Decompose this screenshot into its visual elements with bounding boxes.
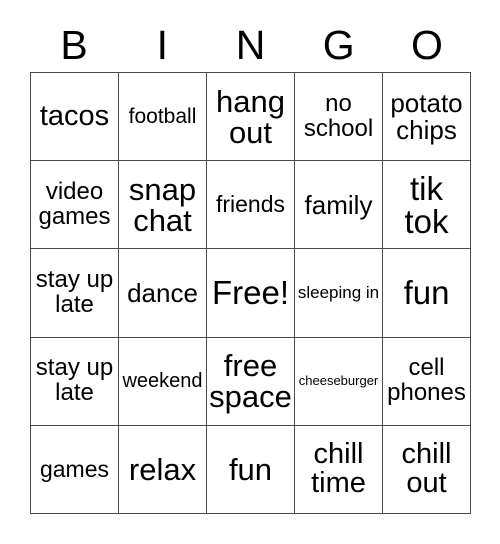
bingo-cell[interactable]: fun: [207, 425, 295, 514]
bingo-cell-label: tacos: [39, 99, 110, 132]
bingo-cell[interactable]: football: [119, 73, 207, 162]
bingo-cell-label: snap chat: [128, 171, 197, 238]
bingo-cell-label: video games: [38, 178, 111, 230]
bingo-cell-label: games: [39, 455, 110, 482]
bingo-cell-label: stay up late: [35, 354, 114, 407]
bingo-cell[interactable]: stay up late: [31, 337, 119, 426]
bingo-header: B I N G O: [30, 18, 471, 72]
bingo-cell[interactable]: snap chat: [119, 161, 207, 250]
bingo-cell[interactable]: sleeping in: [295, 249, 383, 338]
bingo-cell[interactable]: no school: [295, 73, 383, 162]
bingo-cell-label: potato chips: [390, 88, 463, 145]
bingo-cell-label: friends: [215, 190, 286, 217]
bingo-cell-label: chill time: [311, 438, 366, 500]
header-letter-g: G: [322, 22, 355, 68]
header-letter-i: I: [156, 22, 168, 68]
bingo-cell-label: sleeping in: [297, 283, 380, 303]
bingo-cell[interactable]: fun: [383, 249, 471, 338]
bingo-cell-label: fun: [228, 451, 273, 487]
bingo-cell[interactable]: hang out: [207, 73, 295, 162]
bingo-cell[interactable]: cell phones: [383, 337, 471, 426]
bingo-cell[interactable]: cheeseburger: [295, 337, 383, 426]
header-letter-b: B: [60, 22, 88, 68]
bingo-cell-label: football: [128, 104, 197, 128]
bingo-cell[interactable]: video games: [31, 161, 119, 250]
bingo-cell[interactable]: friends: [207, 161, 295, 250]
bingo-cell[interactable]: weekend: [119, 337, 207, 426]
bingo-cell[interactable]: chill out: [383, 425, 471, 514]
bingo-cell-label: chill out: [401, 438, 452, 500]
bingo-cell[interactable]: dance: [119, 249, 207, 338]
bingo-cell-free[interactable]: Free!: [207, 249, 295, 338]
bingo-cell-label: cell phones: [387, 354, 466, 407]
bingo-cell[interactable]: family: [295, 161, 383, 250]
bingo-cell-label: dance: [127, 277, 198, 308]
bingo-cell-label: relax: [128, 451, 197, 487]
bingo-cell-label: free space: [209, 348, 292, 415]
bingo-cell-label: fun: [403, 274, 450, 312]
bingo-cell[interactable]: free space: [207, 337, 295, 426]
bingo-cell[interactable]: games: [31, 425, 119, 514]
bingo-cell[interactable]: potato chips: [383, 73, 471, 162]
header-letter-o: O: [410, 22, 443, 68]
bingo-cell[interactable]: relax: [119, 425, 207, 514]
bingo-cell-label: Free!: [211, 274, 290, 312]
bingo-cell[interactable]: chill time: [295, 425, 383, 514]
bingo-cell-label: tik tok: [404, 169, 449, 240]
header-letter-n: N: [235, 22, 266, 68]
bingo-cell-label: no school: [303, 89, 374, 142]
bingo-cell[interactable]: tik tok: [383, 161, 471, 250]
bingo-cell-label: stay up late: [35, 266, 114, 318]
bingo-grid: tacos football hang out no school potato…: [30, 72, 471, 514]
bingo-cell-label: weekend: [122, 369, 203, 392]
bingo-cell-label: cheeseburger: [298, 373, 379, 389]
bingo-cell[interactable]: stay up late: [31, 249, 119, 338]
bingo-cell[interactable]: tacos: [31, 73, 119, 162]
bingo-cell-label: hang out: [216, 83, 285, 150]
bingo-card: B I N G O tacos football hang out no sch…: [0, 0, 500, 544]
bingo-cell-label: family: [304, 189, 373, 220]
